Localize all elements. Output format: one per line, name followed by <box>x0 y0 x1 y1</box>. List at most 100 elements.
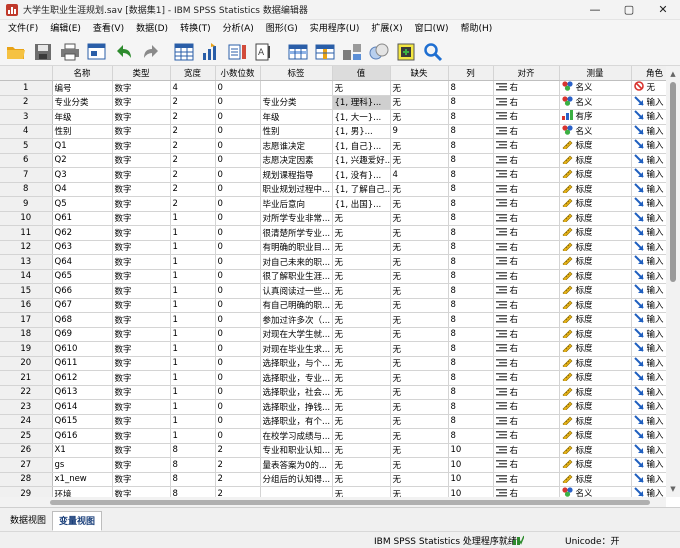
cell-align[interactable]: 右 <box>493 443 560 458</box>
cell-missing[interactable]: 无 <box>390 399 449 415</box>
cell-label[interactable]: 分组后的认知得... <box>260 472 333 487</box>
table-row[interactable]: 9 Q5 数字 2 0 毕业后意向 {1, 出国}... 无 8 右 标度 输入 <box>0 196 666 212</box>
cell-decimals[interactable]: 0 <box>215 211 261 226</box>
cell-values[interactable]: 无 <box>332 225 391 241</box>
cell-type[interactable]: 数字 <box>112 254 171 270</box>
cell-missing[interactable]: 无 <box>390 182 449 197</box>
cell-name[interactable]: 年级 <box>52 109 113 125</box>
cell-name[interactable]: Q616 <box>52 428 113 444</box>
table-row[interactable]: 2 专业分类 数字 2 0 专业分类 {1, 理科}... 无 8 右 名义 输入 <box>0 95 666 110</box>
cell-decimals[interactable]: 0 <box>215 341 261 357</box>
cell-missing[interactable]: 无 <box>390 95 449 110</box>
cell-width[interactable]: 1 <box>170 399 216 415</box>
cell-decimals[interactable]: 2 <box>215 472 261 487</box>
cell-measure[interactable]: 名义 <box>559 124 632 139</box>
cell-type[interactable]: 数字 <box>112 341 171 357</box>
cell-label[interactable]: 年级 <box>260 109 333 125</box>
corner-header[interactable] <box>0 66 53 81</box>
select-cases-icon[interactable] <box>394 40 418 64</box>
cell-name[interactable]: x1_new <box>52 472 113 487</box>
cell-columns[interactable]: 8 <box>448 312 494 328</box>
cell-values[interactable]: 无 <box>332 428 391 444</box>
cell-measure[interactable]: 名义 <box>559 486 632 497</box>
save-icon[interactable] <box>31 40 55 64</box>
cell-missing[interactable]: 无 <box>390 153 449 168</box>
menu-edit[interactable]: 编辑(E) <box>44 20 87 38</box>
cell-values[interactable]: 无 <box>332 341 391 357</box>
cell-missing[interactable]: 无 <box>390 341 449 357</box>
goto-variable-icon[interactable] <box>199 40 223 64</box>
cell-type[interactable]: 数字 <box>112 472 171 487</box>
vertical-scrollbar[interactable]: ▲ ▼ <box>666 66 680 497</box>
cell-decimals[interactable]: 0 <box>215 370 261 386</box>
cell-role[interactable]: 输入 <box>631 269 666 284</box>
cell-missing[interactable]: 无 <box>390 254 449 270</box>
find-icon[interactable]: A <box>253 40 277 64</box>
cell-align[interactable]: 右 <box>493 341 560 357</box>
cell-role[interactable]: 输入 <box>631 370 666 386</box>
row-number[interactable]: 2 <box>0 95 53 110</box>
cell-role[interactable]: 输入 <box>631 138 666 154</box>
cell-values[interactable]: {1, 出国}... <box>332 196 391 212</box>
cell-align[interactable]: 右 <box>493 414 560 429</box>
cell-role[interactable]: 输入 <box>631 167 666 183</box>
cell-type[interactable]: 数字 <box>112 356 171 371</box>
cell-missing[interactable]: 无 <box>390 414 449 429</box>
cell-align[interactable]: 右 <box>493 225 560 241</box>
cell-type[interactable]: 数字 <box>112 153 171 168</box>
cell-name[interactable]: Q61 <box>52 211 113 226</box>
table-row[interactable]: 27 gs 数字 8 2 量表答案为0的... 无 无 10 右 标度 输入 <box>0 457 666 473</box>
cell-name[interactable]: 环境 <box>52 486 113 497</box>
cell-width[interactable]: 1 <box>170 312 216 328</box>
cell-columns[interactable]: 8 <box>448 283 494 299</box>
cell-role[interactable]: 输入 <box>631 312 666 328</box>
table-row[interactable]: 7 Q3 数字 2 0 规划课程指导 {1, 没有}... 4 8 右 标度 输入 <box>0 167 666 183</box>
cell-label[interactable] <box>260 80 333 96</box>
cell-columns[interactable]: 8 <box>448 240 494 255</box>
cell-label[interactable]: 选择职业，与个... <box>260 356 333 371</box>
cell-align[interactable]: 右 <box>493 399 560 415</box>
cell-name[interactable]: Q614 <box>52 399 113 415</box>
cell-role[interactable]: 输入 <box>631 211 666 226</box>
cell-decimals[interactable]: 0 <box>215 124 261 139</box>
cell-width[interactable]: 8 <box>170 443 216 458</box>
table-row[interactable]: 16 Q67 数字 1 0 有自己明确的职... 无无 8 右标度 输入 <box>0 298 666 313</box>
cell-name[interactable]: 编号 <box>52 80 113 96</box>
cell-type[interactable]: 数字 <box>112 211 171 226</box>
cell-role[interactable]: 输入 <box>631 109 666 125</box>
cell-columns[interactable]: 8 <box>448 414 494 429</box>
cell-role[interactable]: 输入 <box>631 196 666 212</box>
cell-decimals[interactable]: 0 <box>215 254 261 270</box>
cell-decimals[interactable]: 0 <box>215 399 261 415</box>
cell-missing[interactable]: 无 <box>390 138 449 154</box>
cell-columns[interactable]: 10 <box>448 472 494 487</box>
table-row[interactable]: 8 Q4 数字 2 0 职业规划过程中... {1, 了解自己... 无 8 右 标度 输入 <box>0 182 666 197</box>
cell-role[interactable]: 输入 <box>631 95 666 110</box>
menu-utilities[interactable]: 实用程序(U) <box>304 20 366 38</box>
row-number[interactable]: 23 <box>0 399 53 415</box>
table-row[interactable]: 20 Q611 数字 1 0 选择职业，与个... 无无 8 右标度 输入 <box>0 356 666 371</box>
cell-columns[interactable]: 8 <box>448 153 494 168</box>
cell-columns[interactable]: 8 <box>448 356 494 371</box>
cell-values[interactable]: 无 <box>332 283 391 299</box>
cell-values[interactable]: 无 <box>332 240 391 255</box>
cell-width[interactable]: 1 <box>170 225 216 241</box>
cell-decimals[interactable]: 0 <box>215 356 261 371</box>
cell-align[interactable]: 右 <box>493 356 560 371</box>
cell-values[interactable]: {1, 没有}... <box>332 167 391 183</box>
cell-type[interactable]: 数字 <box>112 457 171 473</box>
cell-role[interactable]: 输入 <box>631 414 666 429</box>
table-row[interactable]: 24 Q615 数字 1 0 选择职业，有个... 无无 8 右标度 输入 <box>0 414 666 429</box>
cell-columns[interactable]: 8 <box>448 269 494 284</box>
cell-width[interactable]: 2 <box>170 109 216 125</box>
cell-align[interactable]: 右 <box>493 457 560 473</box>
cell-decimals[interactable]: 0 <box>215 428 261 444</box>
cell-columns[interactable]: 8 <box>448 211 494 226</box>
cell-columns[interactable]: 8 <box>448 327 494 342</box>
row-number[interactable]: 20 <box>0 356 53 371</box>
table-row[interactable]: 15 Q66 数字 1 0 认真阅读过一些... 无无 8 右标度 输入 <box>0 283 666 299</box>
cell-align[interactable]: 右 <box>493 472 560 487</box>
cell-label[interactable]: 认真阅读过一些... <box>260 283 333 299</box>
cell-align[interactable]: 右 <box>493 153 560 168</box>
cell-decimals[interactable]: 0 <box>215 240 261 255</box>
